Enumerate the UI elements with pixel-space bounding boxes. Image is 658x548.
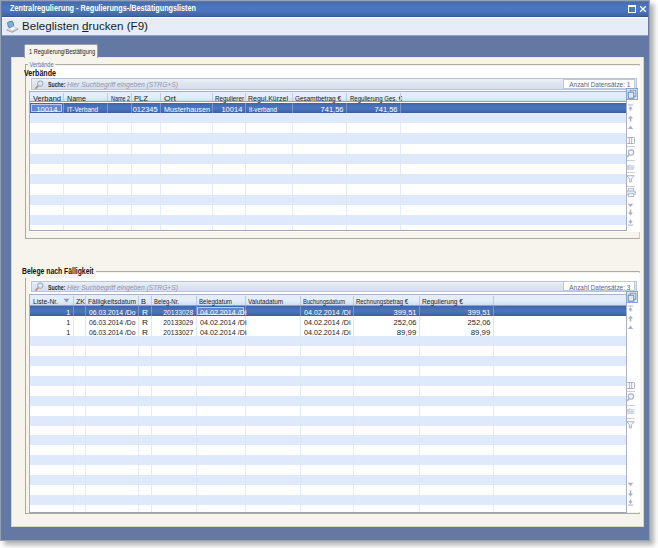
svg-text:abc: abc	[626, 407, 635, 413]
svg-text:abc: abc	[626, 163, 635, 169]
